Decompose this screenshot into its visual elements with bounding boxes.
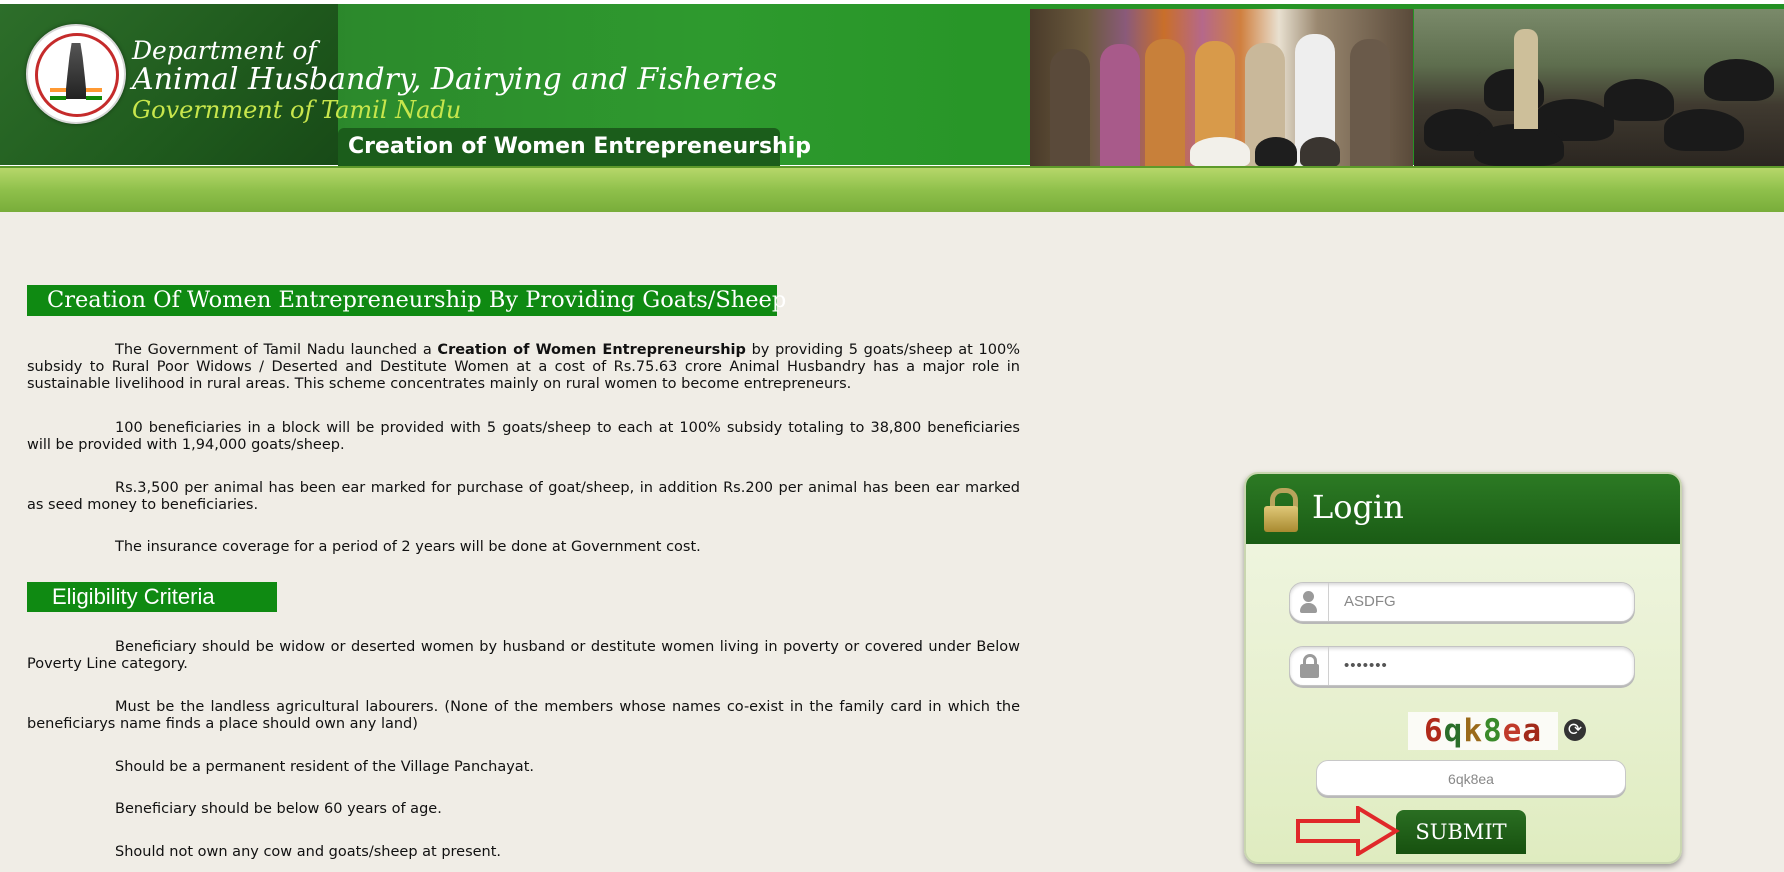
arrow-icon [1296, 806, 1400, 856]
site-header: Department of Animal Husbandry, Dairying… [0, 0, 1784, 169]
user-icon [1290, 583, 1329, 621]
captcha-char: q [1443, 713, 1464, 749]
captcha-image: 6qk8ea [1408, 712, 1558, 750]
eligibility-title: Eligibility Criteria [27, 582, 277, 612]
eligibility-item: Beneficiary should be widow or deserted … [27, 639, 1020, 672]
captcha-input[interactable]: 6qk8ea [1316, 760, 1626, 796]
page-title: Creation Of Women Entrepreneurship By Pr… [27, 285, 786, 316]
refresh-icon[interactable]: ⟳ [1564, 719, 1586, 741]
username-field[interactable]: ASDFG [1289, 582, 1635, 622]
login-header: Login [1246, 474, 1680, 544]
header-banner: Department of Animal Husbandry, Dairying… [0, 4, 1784, 169]
nav-bar [0, 166, 1784, 212]
password-value: ••••••• [1344, 657, 1388, 674]
eligibility-item: Should not own any cow and goats/sheep a… [115, 844, 502, 860]
captcha-char: 8 [1483, 713, 1503, 749]
lock-icon [1264, 488, 1300, 532]
captcha-char: k [1463, 713, 1483, 749]
captcha-char: e [1502, 713, 1523, 749]
password-lock-icon [1290, 647, 1329, 685]
captcha-char: 6 [1423, 713, 1444, 749]
intro-paragraph: The Government of Tamil Nadu launched a … [27, 342, 1020, 392]
allocation-paragraph: Rs.3,500 per animal has been ear marked … [27, 480, 1020, 513]
dept-prefix: Department of [132, 36, 317, 65]
women-beneficiaries-photo [1030, 9, 1413, 169]
eligibility-item: Must be the landless agricultural labour… [27, 699, 1020, 732]
eligibility-item: Should be a permanent resident of the Vi… [115, 759, 534, 775]
goats-photo [1414, 9, 1784, 169]
dept-name: Animal Husbandry, Dairying and Fisheries [132, 62, 778, 97]
beneficiaries-paragraph: 100 beneficiaries in a block will be pro… [27, 420, 1020, 453]
insurance-paragraph: The insurance coverage for a period of 2… [115, 539, 701, 555]
submit-button[interactable]: SUBMIT [1396, 810, 1526, 854]
password-field[interactable]: ••••••• [1289, 646, 1635, 686]
login-title: Login [1312, 488, 1404, 526]
emblem-icon [26, 24, 126, 124]
scheme-tab: Creation of Women Entrepreneurship [338, 128, 811, 166]
eligibility-item: Beneficiary should be below 60 years of … [115, 801, 442, 817]
captcha-char: a [1522, 713, 1543, 749]
username-value: ASDFG [1344, 593, 1396, 610]
government-name: Government of Tamil Nadu [132, 96, 462, 124]
